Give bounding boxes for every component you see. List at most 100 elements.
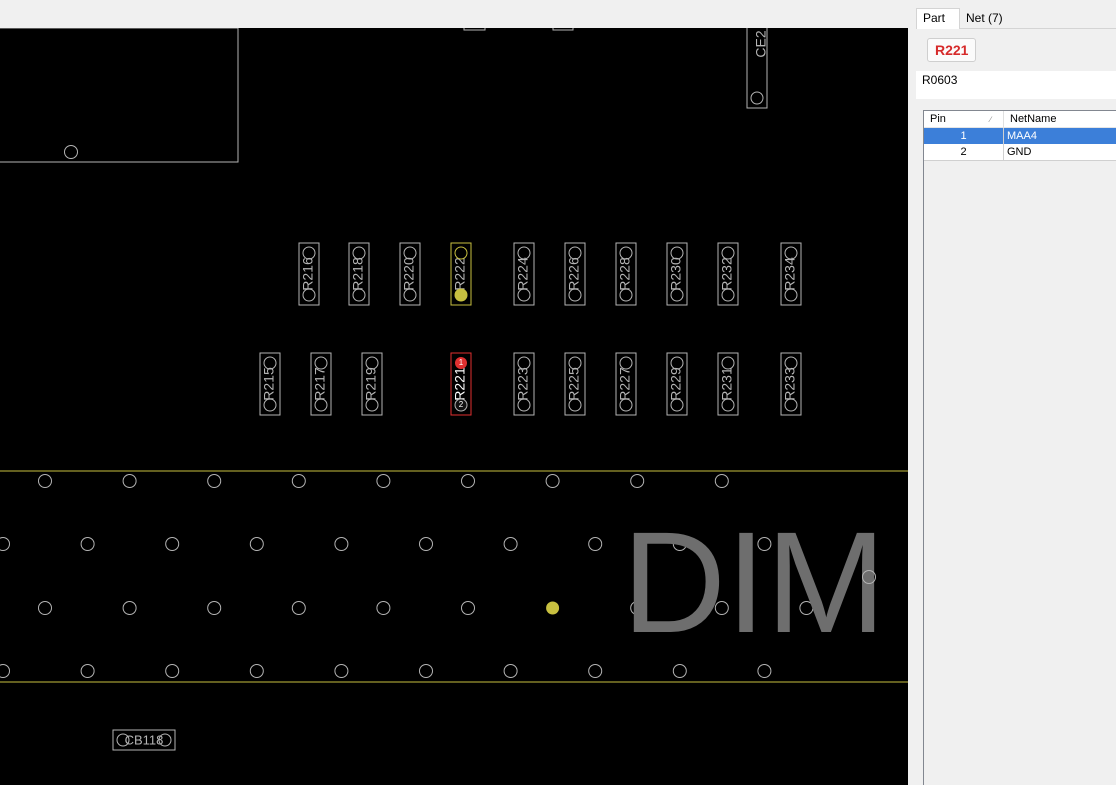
resistor-label: R229 bbox=[668, 367, 684, 401]
connector-pin-hole[interactable] bbox=[376, 601, 391, 615]
resistor-top_row-4[interactable]: R224 bbox=[513, 242, 535, 306]
resistor-bottom_row-1[interactable]: R217 bbox=[310, 352, 332, 416]
connector-pin-hole[interactable] bbox=[291, 474, 306, 488]
connector-pin-hole[interactable] bbox=[334, 537, 349, 551]
netname-cell: GND bbox=[1007, 146, 1032, 158]
resistor-label: R226 bbox=[566, 257, 582, 291]
connector-pin-hole[interactable] bbox=[207, 601, 222, 615]
resistor-top_row-5[interactable]: R226 bbox=[564, 242, 586, 306]
ce2-label: CE2 bbox=[753, 30, 769, 57]
connector-pin-hole[interactable] bbox=[249, 537, 264, 551]
connector-pin-hole[interactable] bbox=[249, 664, 264, 678]
footprint-field: R0603 bbox=[916, 71, 1116, 99]
resistor-label: R231 bbox=[719, 367, 735, 401]
connector-pin-hole[interactable] bbox=[122, 474, 137, 488]
column-header-pin[interactable]: Pin ∕ bbox=[924, 111, 1004, 128]
resistor-pad bbox=[263, 356, 277, 370]
connector-pin-hole[interactable] bbox=[165, 537, 180, 551]
resistor-label: R216 bbox=[300, 257, 316, 291]
connector-pin-hole[interactable] bbox=[714, 474, 729, 488]
table-row[interactable]: 1 MAA4 bbox=[924, 128, 1116, 144]
column-header-netname[interactable]: NetName bbox=[1004, 111, 1116, 128]
connector-pin-hole[interactable] bbox=[503, 664, 518, 678]
connector-pin-hole[interactable] bbox=[334, 664, 349, 678]
resistor-label: R219 bbox=[363, 367, 379, 401]
resistor-label: R228 bbox=[617, 257, 633, 291]
connector-pin-hole[interactable] bbox=[461, 601, 475, 615]
resistor-pad bbox=[517, 246, 531, 260]
resistor-pad bbox=[568, 356, 582, 370]
connector-pin-hole[interactable] bbox=[545, 474, 560, 488]
connector-pin-hole[interactable] bbox=[503, 537, 518, 551]
resistor-pad bbox=[314, 356, 328, 370]
connector-pin-hole[interactable] bbox=[122, 601, 137, 615]
pin-cell: 2 bbox=[924, 144, 1004, 160]
resistor-pad bbox=[352, 246, 366, 260]
connector-pin-hole[interactable] bbox=[461, 474, 475, 488]
pcb-board-drawing[interactable]: CE2 CB118 R216 R218 R220 R222 R224 R226 R228 R2… bbox=[0, 28, 908, 785]
connector-pin-hole[interactable] bbox=[630, 474, 645, 488]
resistor-top_row-1[interactable]: R218 bbox=[348, 242, 370, 306]
resistor-bottom_row-7[interactable]: R229 bbox=[666, 352, 688, 416]
resistor-pad-highlighted bbox=[454, 288, 468, 302]
resistor-top_row-3[interactable]: R222 bbox=[450, 242, 472, 306]
connector-pin-hole[interactable] bbox=[38, 474, 52, 488]
resistor-pad bbox=[568, 246, 582, 260]
resistor-label: R234 bbox=[782, 257, 798, 291]
connector-pin-hole[interactable] bbox=[0, 537, 10, 551]
resistor-label: R215 bbox=[261, 367, 277, 401]
resistor-bottom_row-9[interactable]: R233 bbox=[780, 352, 802, 416]
resistor-pad bbox=[670, 246, 684, 260]
resistor-label: R233 bbox=[782, 367, 798, 401]
resistor-label: R222 bbox=[452, 257, 468, 291]
resistor-top_row-2[interactable]: R220 bbox=[399, 242, 421, 306]
resistor-label: R227 bbox=[617, 367, 633, 401]
panel-splitter[interactable] bbox=[908, 0, 916, 785]
connector-pin-hole[interactable] bbox=[419, 537, 433, 551]
connector-pin-hole[interactable] bbox=[38, 601, 52, 615]
resistor-top_row-6[interactable]: R228 bbox=[615, 242, 637, 306]
connector-pin-hole[interactable] bbox=[376, 474, 391, 488]
table-row[interactable]: 2 GND bbox=[924, 144, 1116, 161]
connector-pin-hole[interactable] bbox=[207, 474, 222, 488]
pin-1-number: 1 bbox=[459, 358, 464, 367]
resistor-bottom_row-6[interactable]: R227 bbox=[615, 352, 637, 416]
connector-pin-hole[interactable] bbox=[0, 664, 10, 678]
connector-pin-hole[interactable] bbox=[588, 664, 603, 678]
connector-pin-hole[interactable] bbox=[80, 664, 95, 678]
resistor-bottom_row-8[interactable]: R231 bbox=[717, 352, 739, 416]
pcb-board-canvas[interactable]: CE2 CB118 R216 R218 R220 R222 R224 R226 R228 R2… bbox=[0, 28, 908, 785]
resistor-top_row-8[interactable]: R232 bbox=[717, 242, 739, 306]
resistor-pad bbox=[784, 246, 798, 260]
resistor-pad bbox=[721, 356, 735, 370]
connector-pin-highlighted[interactable] bbox=[546, 601, 560, 615]
properties-panel: Part Net (7) R221 R0603 Pin ∕ NetName 1 … bbox=[916, 0, 1116, 785]
resistor-bottom_row-4[interactable]: R223 bbox=[513, 352, 535, 416]
resistor-bottom_row-5[interactable]: R225 bbox=[564, 352, 586, 416]
netname-cell: MAA4 bbox=[1007, 130, 1037, 142]
connector-pin-hole[interactable] bbox=[588, 537, 603, 551]
connector-pin-hole[interactable] bbox=[165, 664, 180, 678]
resistor-top_row-7[interactable]: R230 bbox=[666, 242, 688, 306]
resistor-bottom_row-2[interactable]: R219 bbox=[361, 352, 383, 416]
tab-net[interactable]: Net (7) bbox=[960, 10, 1010, 29]
connector-pin-hole[interactable] bbox=[757, 664, 772, 678]
connector-pin-hole[interactable] bbox=[672, 664, 687, 678]
resistor-pad bbox=[302, 246, 316, 260]
resistor-top_row-9[interactable]: R234 bbox=[780, 242, 802, 306]
pin-net-grid[interactable]: Pin ∕ NetName 1 MAA4 2 GND bbox=[923, 110, 1116, 785]
resistor-bottom_row-3[interactable]: R2211 2 bbox=[450, 352, 472, 416]
via-hole bbox=[64, 145, 78, 159]
resistor-label: R220 bbox=[401, 257, 417, 291]
connector-pin-hole[interactable] bbox=[291, 601, 306, 615]
resistor-label: R230 bbox=[668, 257, 684, 291]
connector-pin-hole[interactable] bbox=[80, 537, 95, 551]
connector-pin-hole[interactable] bbox=[419, 664, 433, 678]
part-name-button[interactable]: R221 bbox=[927, 38, 977, 62]
resistor-top_row-0[interactable]: R216 bbox=[298, 242, 320, 306]
resistor-pad bbox=[365, 356, 379, 370]
pad-fragment bbox=[552, 28, 574, 31]
tab-part[interactable]: Part bbox=[916, 8, 960, 29]
resistor-bottom_row-0[interactable]: R215 bbox=[259, 352, 281, 416]
resistor-pad bbox=[721, 246, 735, 260]
